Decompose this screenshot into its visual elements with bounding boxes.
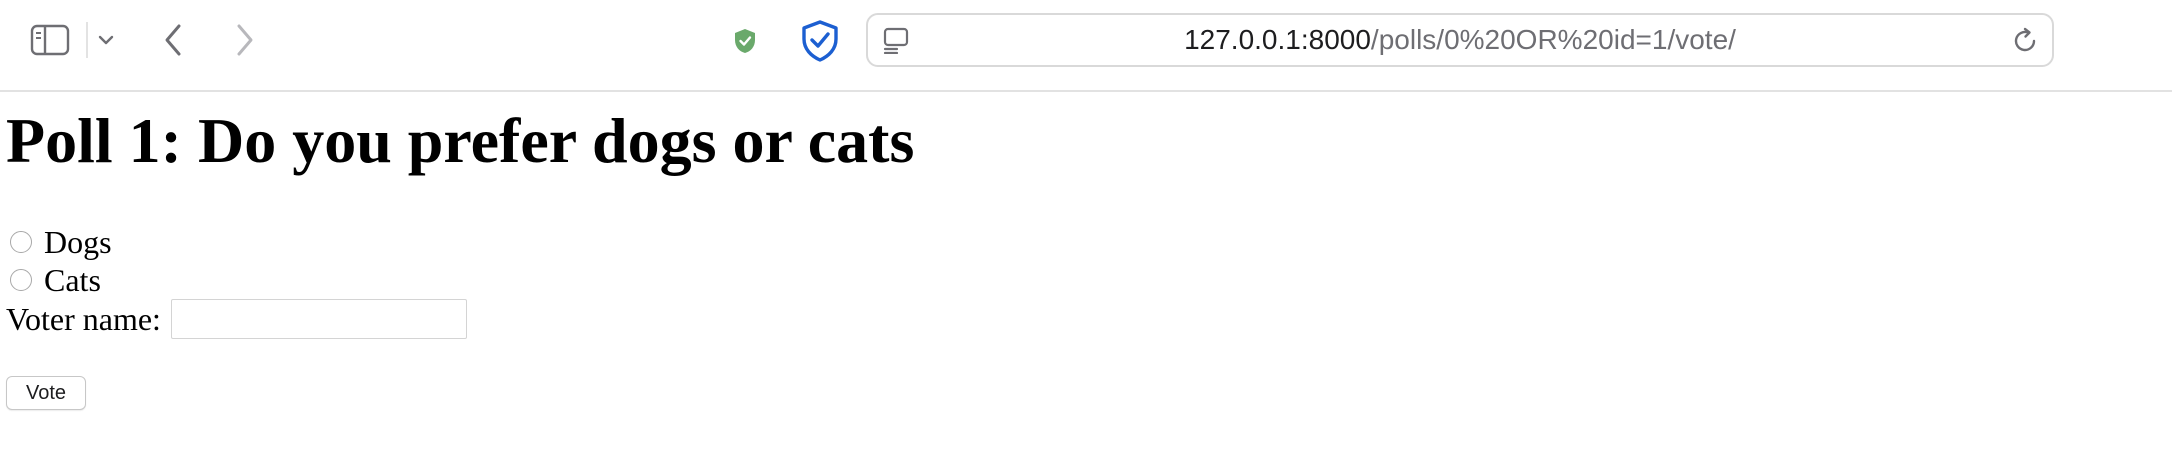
back-button[interactable] bbox=[156, 20, 190, 60]
choice-dogs-label: Dogs bbox=[44, 224, 112, 260]
url-path: /polls/0%20OR%20id=1/vote/ bbox=[1370, 24, 1736, 55]
voter-name-row: Voter name: bbox=[6, 298, 467, 340]
chevron-down-icon[interactable] bbox=[92, 24, 120, 56]
green-shield-icon[interactable] bbox=[728, 24, 762, 58]
voter-name-input[interactable] bbox=[170, 299, 467, 339]
voter-name-label: Voter name: bbox=[6, 300, 161, 337]
browser-toolbar: 127.0.0.1:8000/polls/0%20OR%20id=1/vote/ bbox=[0, 0, 2172, 92]
sidebar-icon[interactable] bbox=[24, 18, 76, 62]
page-title: Poll 1: Do you prefer dogs or cats bbox=[6, 105, 915, 176]
chevron-right-icon bbox=[237, 24, 253, 56]
url-text[interactable]: 127.0.0.1:8000/polls/0%20OR%20id=1/vote/ bbox=[928, 15, 1992, 65]
address-bar[interactable]: 127.0.0.1:8000/polls/0%20OR%20id=1/vote/ bbox=[866, 13, 2054, 67]
page-content: Poll 1: Do you prefer dogs or cats Dogs … bbox=[0, 92, 2172, 462]
choice-cats-radio[interactable] bbox=[10, 269, 32, 291]
choice-dogs-radio[interactable] bbox=[10, 231, 32, 253]
choice-dogs[interactable]: Dogs bbox=[8, 224, 112, 260]
choice-cats-label: Cats bbox=[44, 262, 101, 298]
toolbar-divider bbox=[86, 22, 88, 58]
chevron-left-icon bbox=[165, 24, 181, 56]
vote-button[interactable]: Vote bbox=[6, 376, 86, 410]
forward-button[interactable] bbox=[228, 20, 262, 60]
page-icon[interactable] bbox=[880, 24, 912, 56]
reload-icon[interactable] bbox=[2008, 24, 2042, 58]
choice-cats[interactable]: Cats bbox=[8, 262, 101, 298]
blue-shield-check-icon[interactable] bbox=[796, 16, 844, 66]
url-host: 127.0.0.1:8000 bbox=[1184, 24, 1371, 55]
